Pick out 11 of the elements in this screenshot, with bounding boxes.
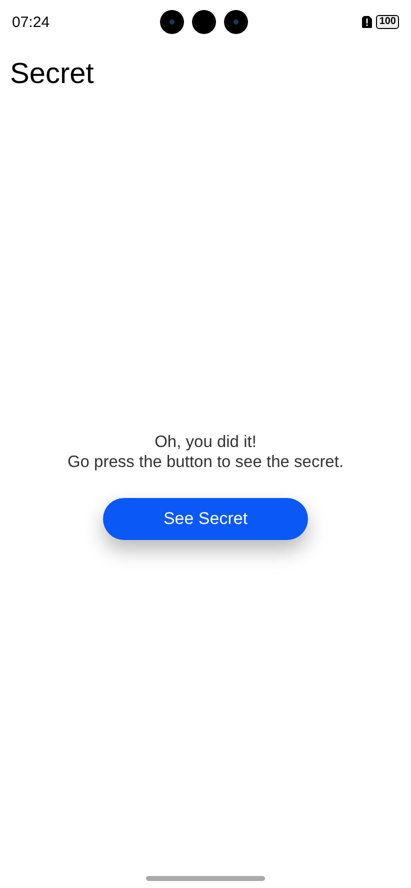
camera-icon — [160, 10, 184, 34]
camera-icon — [192, 10, 216, 34]
page-title: Secret — [10, 58, 94, 90]
status-time: 07:24 — [12, 14, 50, 30]
message-text: Go press the button to see the secret. — [67, 452, 344, 472]
home-indicator[interactable] — [146, 876, 265, 881]
sim-alert-icon — [362, 16, 372, 28]
battery-level: 100 — [376, 15, 399, 29]
see-secret-button[interactable]: See Secret — [103, 498, 308, 540]
camera-icon — [224, 10, 248, 34]
message-text: Oh, you did it! — [154, 432, 256, 452]
